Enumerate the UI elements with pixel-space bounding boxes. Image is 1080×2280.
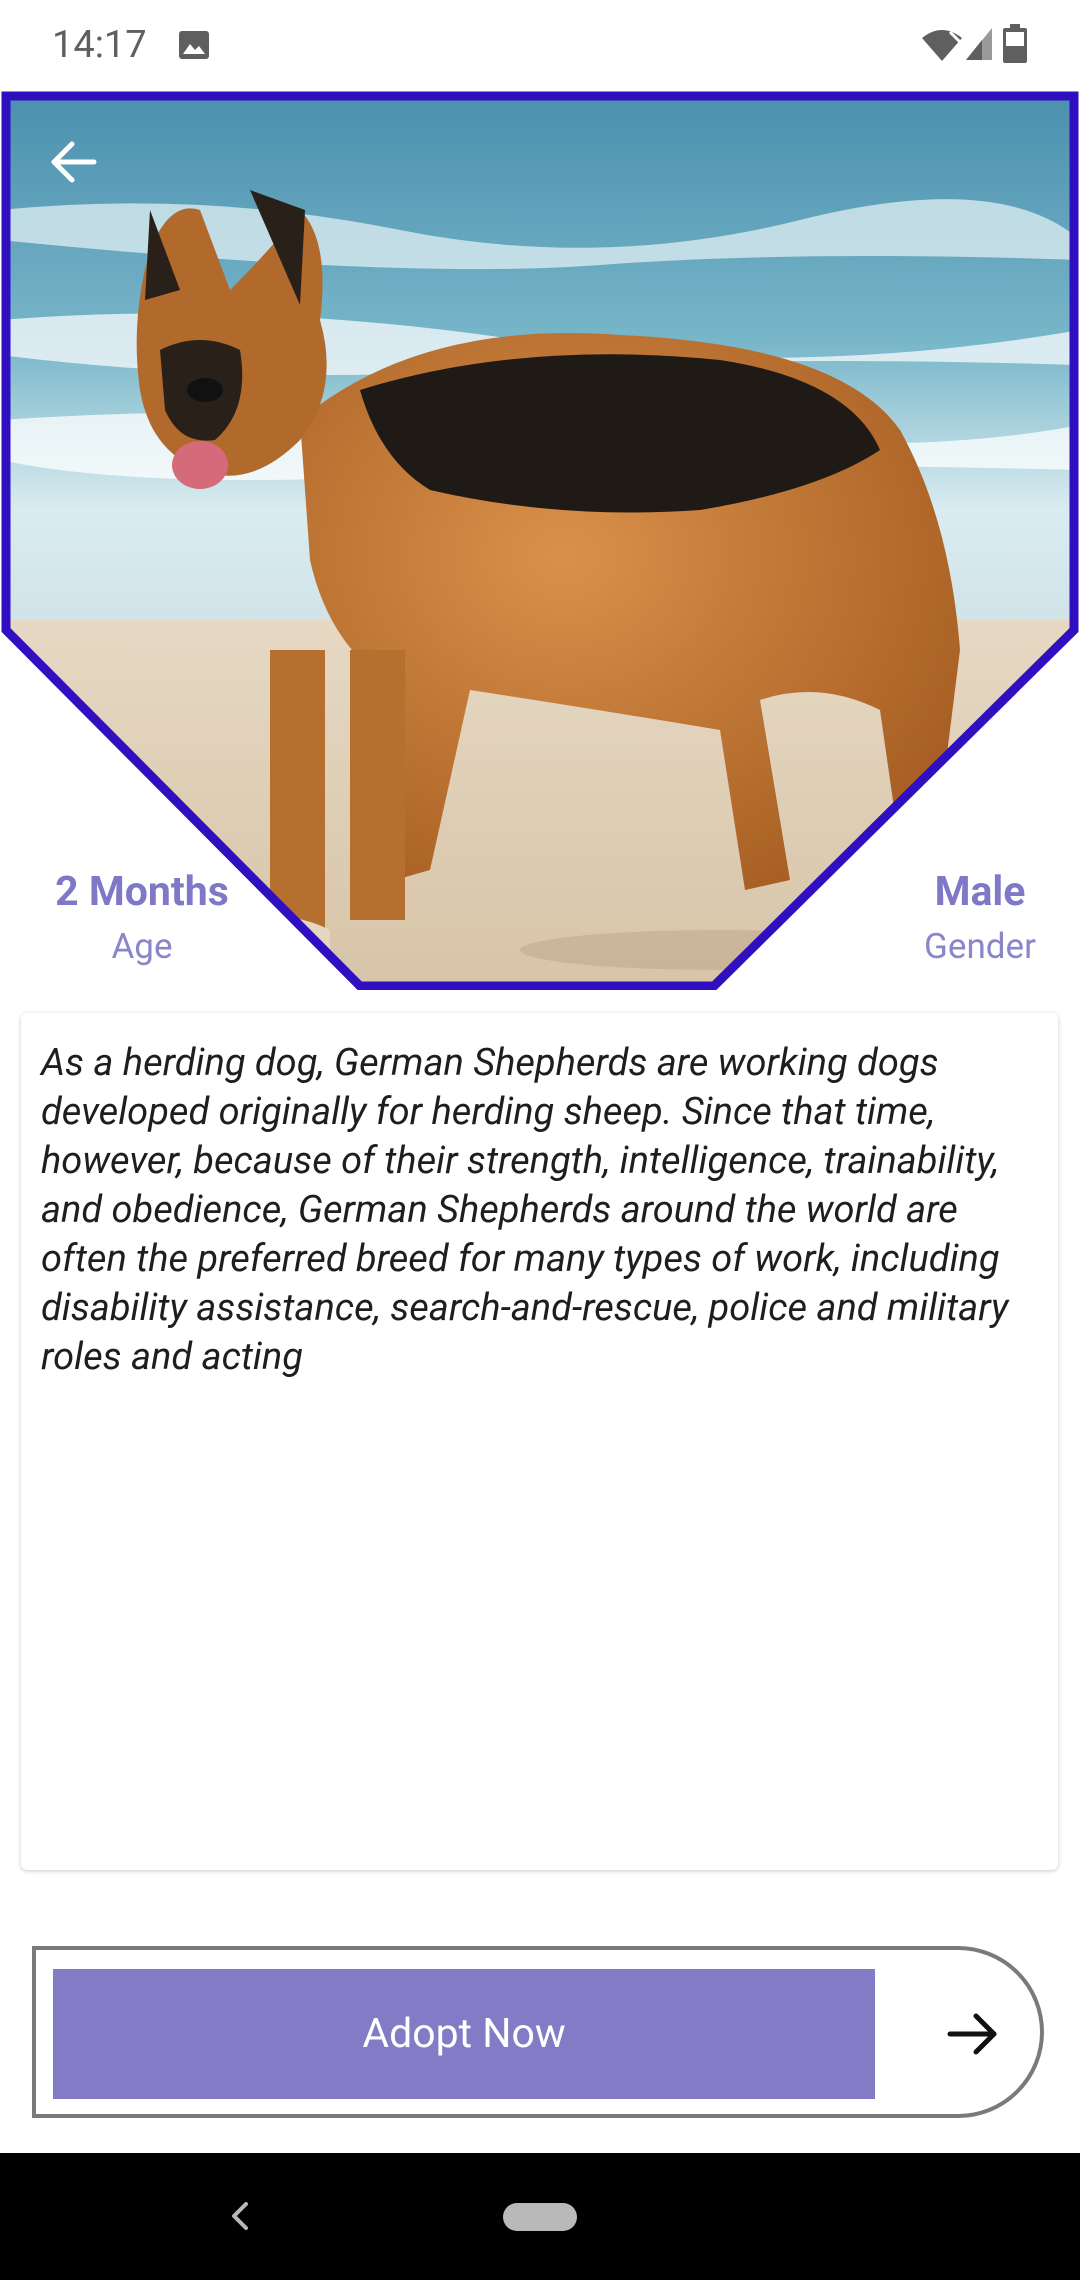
adopt-now-button[interactable]: Adopt Now <box>53 1969 875 2099</box>
battery-icon <box>1003 24 1027 63</box>
description-text: As a herding dog, German Shepherds are w… <box>41 1041 1009 1379</box>
image-icon <box>179 31 209 59</box>
age-stat: 2 Months Age <box>12 862 272 972</box>
pet-photo <box>0 90 1080 990</box>
signal-icon <box>966 28 992 60</box>
chevron-left-icon[interactable] <box>226 2196 254 2236</box>
gender-stat: Male Gender <box>850 862 1080 972</box>
age-label: Age <box>111 926 173 967</box>
back-arrow-icon[interactable] <box>44 132 104 192</box>
gender-label: Gender <box>924 926 1036 967</box>
arrow-right-icon[interactable] <box>932 1996 1012 2072</box>
description-card: As a herding dog, German Shepherds are w… <box>21 1013 1058 1870</box>
status-time: 14:17 <box>52 23 147 67</box>
gender-value: Male <box>934 868 1026 916</box>
home-pill-icon[interactable] <box>503 2203 577 2231</box>
age-value: 2 Months <box>55 868 229 916</box>
wifi-icon <box>922 30 962 61</box>
status-bar: 14:17 <box>0 0 1080 90</box>
